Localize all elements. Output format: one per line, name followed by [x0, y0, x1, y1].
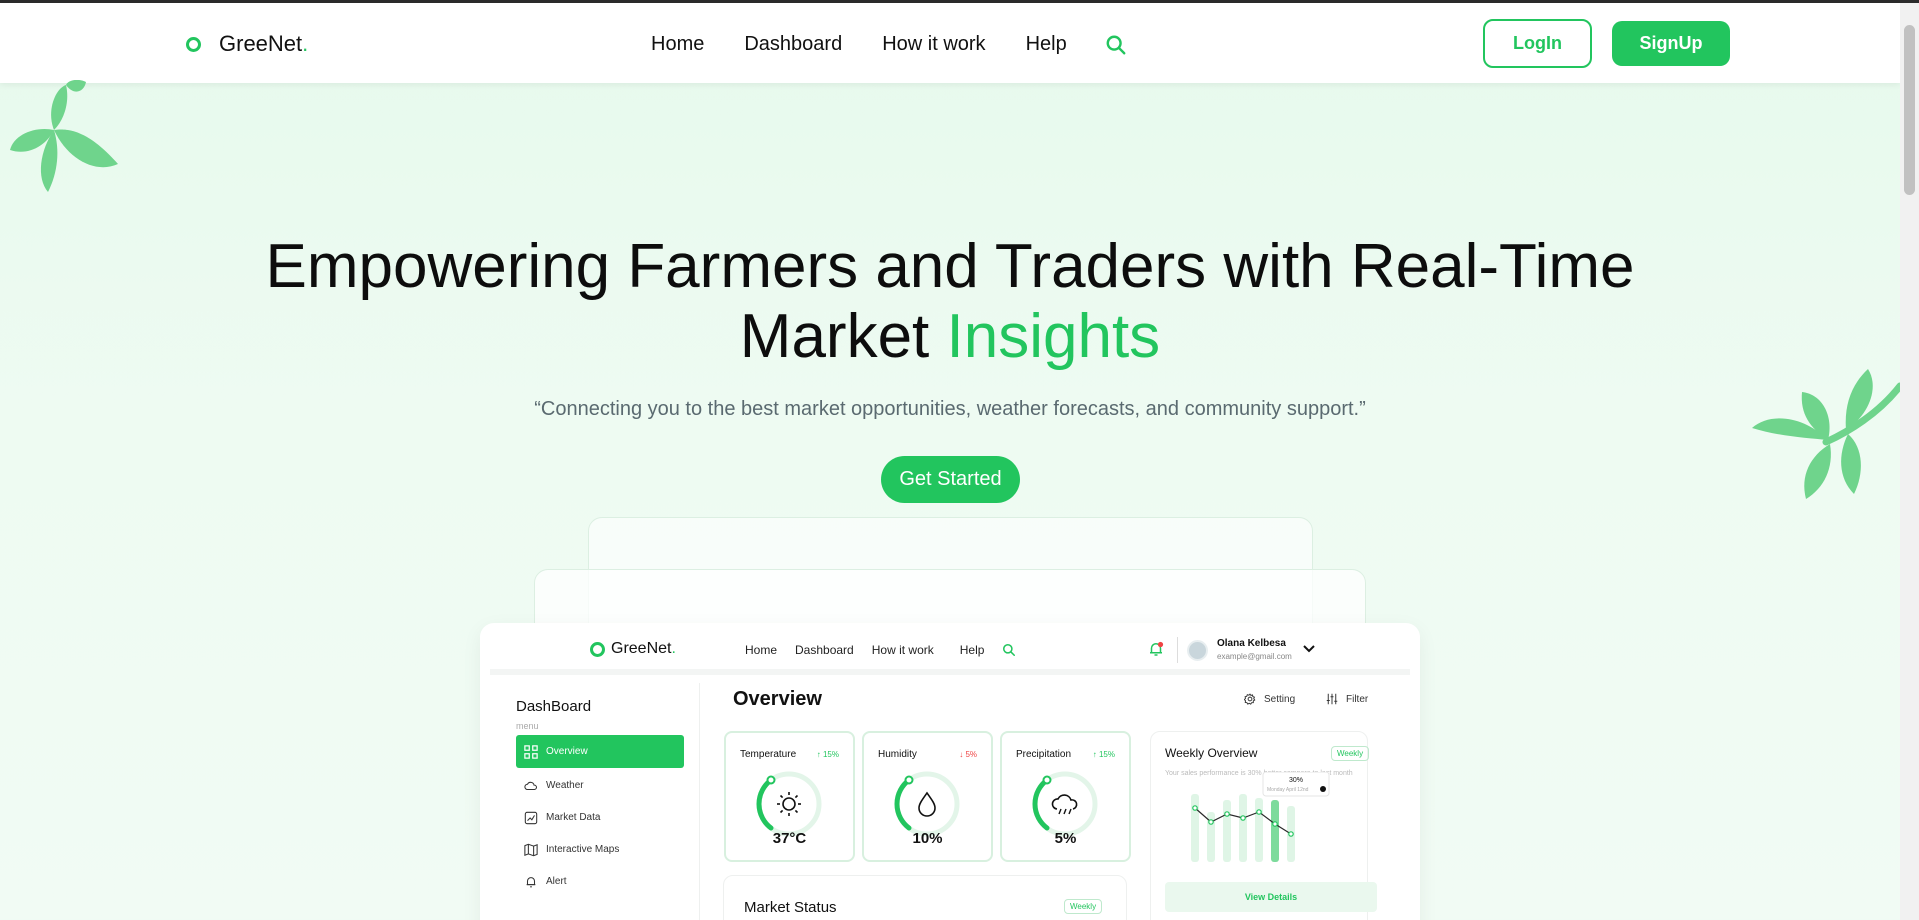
metric-change-value: 15% — [822, 750, 839, 759]
hero-title: Empowering Farmers and Traders with Real… — [260, 232, 1640, 372]
preview-nav-home: Home — [745, 643, 778, 657]
preview-search-icon — [1003, 643, 1016, 657]
rain-cloud-icon — [1032, 771, 1098, 837]
metric-change-value: 15% — [1098, 750, 1115, 759]
weekly-badge: Weekly — [1331, 746, 1370, 761]
preview-sidebar-label: Market Data — [546, 812, 601, 823]
view-details-button: View Details — [1165, 882, 1377, 912]
page-scrollbar[interactable] — [1900, 3, 1919, 920]
preview-sidebar-label: Weather — [546, 780, 584, 791]
leaf-decoration-left-icon — [10, 80, 118, 192]
top-navbar: GreeNet . Home Dashboard How it work Hel… — [0, 3, 1900, 83]
grid-icon — [524, 744, 538, 759]
metric-label: Precipitation — [1016, 749, 1072, 760]
preview-metric-precipitation: Precipitation ↑ 15% 5% — [1000, 731, 1131, 862]
preview-logo-ring-icon — [590, 641, 605, 657]
preview-sidebar-title: DashBoard — [516, 698, 592, 715]
get-started-button[interactable]: Get Started — [881, 456, 1020, 503]
preview-bell-icon — [1150, 641, 1164, 656]
brand-name: GreeNet — [219, 31, 303, 56]
preview-nav-dashboard: Dashboard — [795, 643, 854, 657]
preview-sidebar-label: Interactive Maps — [546, 844, 620, 855]
search-icon[interactable] — [1105, 34, 1127, 56]
preview-user-email: example@gmail.com — [1217, 652, 1292, 661]
dashboard-preview: GreeNet . Home Dashboard How it work Hel… — [480, 623, 1420, 920]
signup-button[interactable]: SignUp — [1612, 21, 1730, 66]
preview-setting-label: Setting — [1264, 693, 1296, 705]
alert-bell-icon — [526, 876, 536, 887]
metric-change: ↑ 15% — [1092, 750, 1115, 759]
logo-ring-icon — [186, 36, 201, 52]
preview-navbar: GreeNet . Home Dashboard How it work Hel… — [490, 623, 1410, 675]
hero-subtitle: “Connecting you to the best market oppor… — [534, 398, 1366, 420]
brand-period: . — [302, 31, 309, 56]
preview-sidebar: DashBoard menu Overview Weather Market D… — [490, 683, 700, 920]
hero-title-accent: Insights — [946, 302, 1161, 371]
weekly-tooltip-date: Monday April 12nd — [1267, 787, 1309, 793]
preview-sidebar-item-alert: Alert — [516, 865, 684, 898]
preview-chevron-down-icon — [1303, 645, 1315, 653]
preview-user-info: Olana Kelbesa example@gmail.com — [1217, 638, 1292, 661]
droplet-icon — [894, 771, 960, 837]
preview-market-status-card: Market Status Weekly — [723, 875, 1127, 920]
metric-value: 10% — [912, 830, 943, 847]
gear-icon — [1244, 693, 1256, 705]
preview-nav-how-it-work: How it work — [871, 643, 934, 657]
chart-icon — [524, 811, 538, 824]
preview-avatar — [1187, 640, 1208, 661]
preview-metric-humidity: Humidity ↓ 5% 10% — [862, 731, 993, 862]
preview-filter-label: Filter — [1346, 693, 1369, 705]
preview-metric-temperature: Temperature ↑ 15% 37°C — [724, 731, 855, 862]
nav-link-how-it-work[interactable]: How it work — [882, 33, 985, 56]
nav-link-home[interactable]: Home — [651, 33, 704, 56]
preview-user-name: Olana Kelbesa — [1217, 638, 1286, 649]
market-status-badge: Weekly — [1064, 899, 1103, 914]
preview-sidebar-item-weather: Weather — [516, 769, 684, 802]
preview-filter-button: Filter — [1318, 688, 1377, 710]
nav-links: Home Dashboard How it work Help — [651, 33, 1127, 56]
preview-setting-button: Setting — [1236, 688, 1304, 710]
metric-change: ↑ 15% — [816, 750, 839, 759]
preview-nav-divider — [1177, 637, 1178, 663]
preview-sidebar-item-market-data: Market Data — [516, 801, 684, 834]
weekly-sparkline-chart: 30% Monday April 12nd — [1191, 772, 1330, 862]
preview-weekly-overview-card: Weekly Overview Weekly Your sales perfor… — [1150, 731, 1377, 920]
nav-link-help[interactable]: Help — [1026, 33, 1067, 56]
preview-nav-help: Help — [959, 643, 985, 657]
preview-sidebar-item-interactive-maps: Interactive Maps — [516, 833, 684, 866]
metric-label: Humidity — [878, 749, 917, 760]
preview-sidebar-menu-label: menu — [516, 721, 539, 731]
map-icon — [524, 843, 538, 856]
leaf-decoration-right-icon — [1752, 369, 1900, 499]
preview-brand-logo: GreeNet . — [590, 640, 676, 658]
sun-icon — [756, 771, 822, 837]
metric-value: 5% — [1054, 830, 1077, 847]
cloud-icon — [524, 781, 537, 790]
metric-value: 37°C — [772, 830, 807, 847]
preview-nav-links: Home Dashboard How it work Help — [745, 643, 1016, 657]
filter-sliders-icon — [1326, 693, 1338, 705]
preview-brand-period: . — [671, 640, 676, 657]
preview-sidebar-item-overview: Overview — [516, 735, 684, 768]
nav-link-dashboard[interactable]: Dashboard — [744, 33, 842, 56]
brand-logo[interactable]: GreeNet . — [186, 31, 308, 57]
weekly-overview-title: Weekly Overview — [1165, 746, 1258, 760]
market-status-title: Market Status — [744, 899, 837, 916]
preview-brand-name: GreeNet — [611, 640, 672, 657]
preview-sidebar-label: Overview — [546, 746, 588, 757]
preview-sidebar-label: Alert — [546, 876, 567, 887]
metric-change: ↓ 5% — [959, 750, 977, 759]
metric-change-value: 5% — [965, 750, 977, 759]
login-button[interactable]: LogIn — [1483, 19, 1592, 68]
metric-label: Temperature — [740, 749, 797, 760]
scrollbar-thumb[interactable] — [1904, 25, 1915, 195]
preview-overview-title: Overview — [733, 688, 822, 710]
weekly-tooltip-value: 30% — [1289, 777, 1303, 784]
